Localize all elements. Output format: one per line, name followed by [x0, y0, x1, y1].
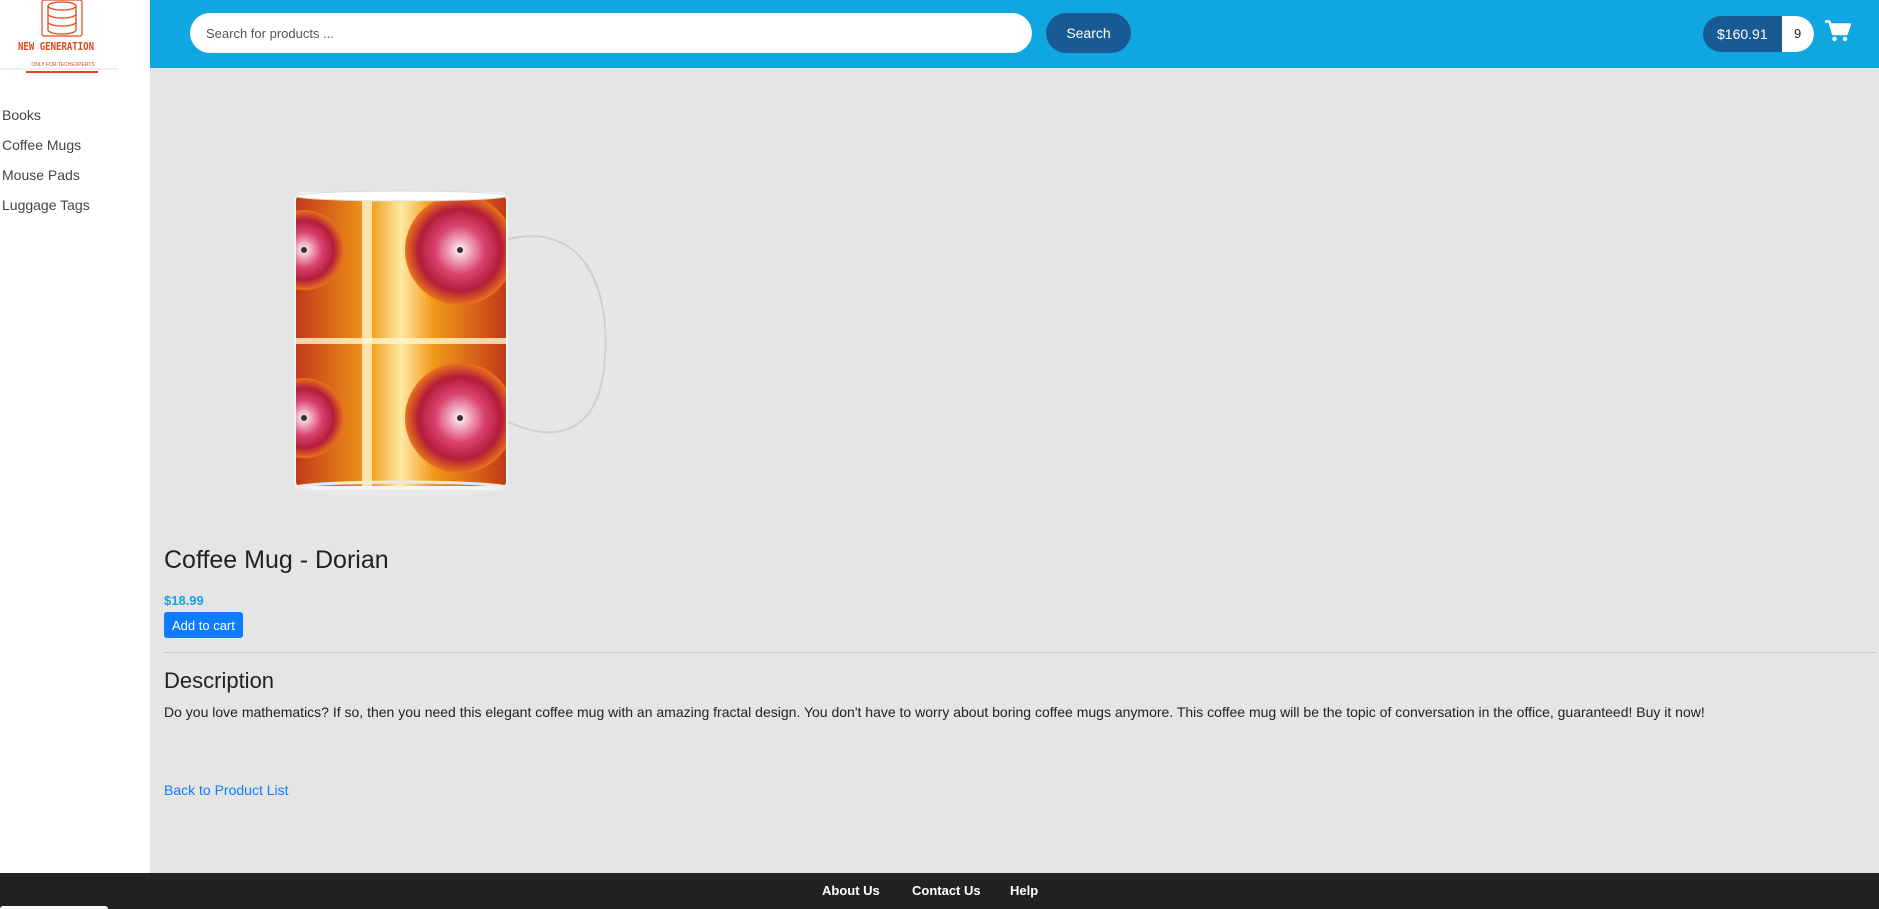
- database-icon: [41, 0, 83, 37]
- category-nav: Books Coffee Mugs Mouse Pads Luggage Tag…: [2, 104, 90, 224]
- description-heading: Description: [164, 668, 275, 693]
- brand-logo[interactable]: NEW GENERATION ONLY FOR TECHEXPERTS: [0, 0, 118, 73]
- product-title: Coffee Mug - Dorian: [164, 546, 389, 574]
- footer-link-help[interactable]: Help: [1010, 883, 1038, 898]
- shopping-cart-icon[interactable]: [1825, 20, 1851, 42]
- search-button[interactable]: Search: [1046, 13, 1131, 53]
- logo-underline: [26, 71, 98, 73]
- sidebar-item-books[interactable]: Books: [2, 104, 90, 134]
- cart-count-badge: 9: [1781, 16, 1814, 52]
- cart-summary[interactable]: $160.91 9: [1703, 16, 1814, 52]
- footer-link-about-us[interactable]: About Us: [822, 883, 880, 898]
- sidebar-item-coffee-mugs[interactable]: Coffee Mugs: [2, 134, 90, 164]
- footer: About Us Contact Us Help: [0, 873, 1879, 909]
- product-price: $18.99: [164, 593, 204, 608]
- cart-total: $160.91: [1703, 16, 1782, 52]
- sidebar-item-mouse-pads[interactable]: Mouse Pads: [2, 164, 90, 194]
- top-header: Search $160.91 9: [150, 0, 1879, 68]
- sidebar: NEW GENERATION ONLY FOR TECHEXPERTS Book…: [0, 0, 150, 873]
- description-text: Do you love mathematics? If so, then you…: [164, 704, 1705, 720]
- sidebar-item-luggage-tags[interactable]: Luggage Tags: [2, 194, 90, 224]
- footer-link-contact-us[interactable]: Contact Us: [912, 883, 981, 898]
- add-to-cart-button[interactable]: Add to cart: [164, 612, 243, 638]
- back-to-product-list-link[interactable]: Back to Product List: [164, 782, 289, 798]
- logo-subtitle: ONLY FOR TECHEXPERTS: [31, 62, 95, 68]
- search-input[interactable]: [190, 13, 1032, 53]
- section-divider: [164, 652, 1876, 653]
- product-detail: Coffee Mug - Dorian $18.99 Add to cart D…: [150, 68, 1879, 873]
- logo-title: NEW GENERATION: [18, 40, 95, 53]
- fractal-mug-image: [293, 190, 619, 496]
